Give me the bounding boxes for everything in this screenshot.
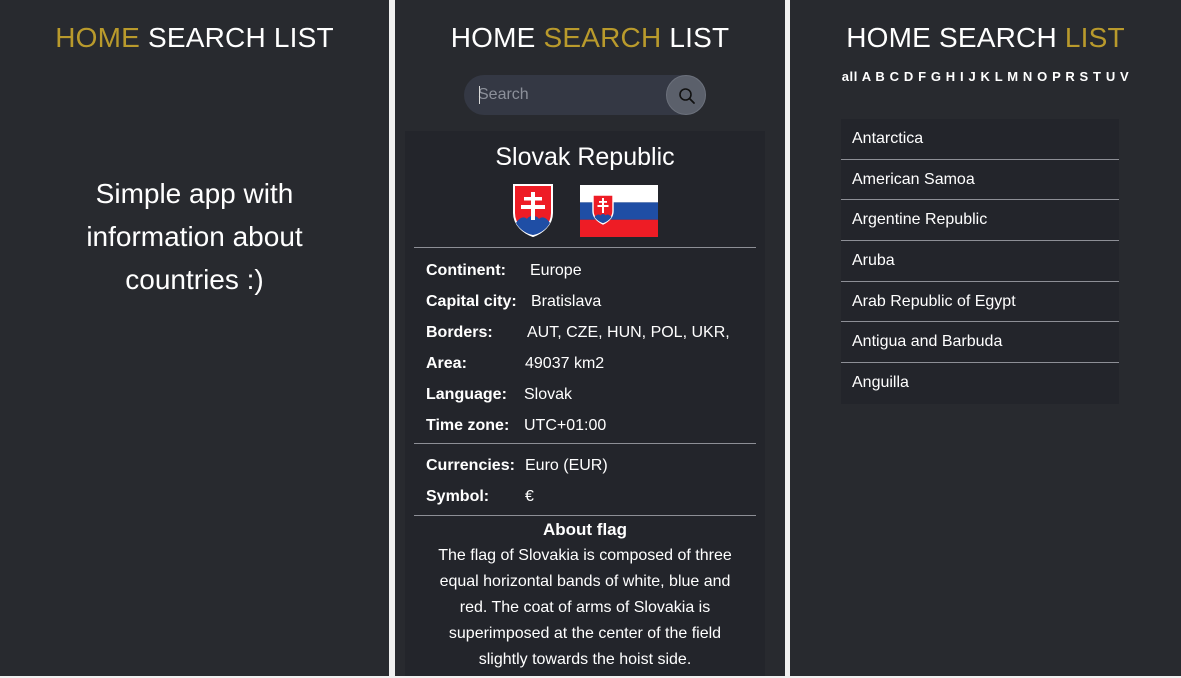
search-input[interactable]	[478, 83, 658, 107]
about-flag-text: The flag of Slovakia is composed of thre…	[438, 547, 732, 668]
detail-label: Capital city:	[426, 293, 517, 310]
letter-filter: all A B C D F G H I J K L M N O P R S T …	[790, 69, 1181, 84]
letter-filter-item[interactable]: O	[1037, 69, 1048, 84]
intro-line: information about	[86, 221, 303, 252]
detail-label: Currencies:	[426, 457, 515, 474]
nav-home[interactable]: HOME	[846, 22, 931, 53]
detail-value: Bratislava	[531, 293, 602, 310]
divider	[414, 515, 756, 516]
intro-line: countries :)	[125, 264, 264, 295]
nav-search[interactable]: SEARCH	[939, 22, 1057, 53]
letter-filter-all[interactable]: all	[842, 69, 858, 84]
letter-filter-item[interactable]: N	[1023, 69, 1033, 84]
list-item[interactable]: Argentine Republic	[841, 200, 1119, 242]
divider	[414, 247, 756, 248]
detail-symbol: Symbol: €	[426, 488, 534, 506]
detail-value: Euro (EUR)	[525, 457, 608, 474]
letter-filter-item[interactable]: K	[981, 69, 991, 84]
letter-filter-item[interactable]: P	[1052, 69, 1061, 84]
top-nav: HOME SEARCH LIST	[395, 0, 785, 54]
detail-language: Language: Slovak	[426, 386, 572, 404]
letter-filter-item[interactable]: L	[995, 69, 1003, 84]
detail-value: Europe	[530, 262, 582, 279]
detail-value: 49037 km2	[525, 355, 605, 372]
letter-filter-item[interactable]: D	[904, 69, 914, 84]
list-item[interactable]: Antarctica	[841, 119, 1119, 160]
detail-timezone: Time zone: UTC+01:00	[426, 417, 606, 435]
search-panel: HOME SEARCH LIST Slovak Republic	[395, 0, 785, 676]
search-icon	[679, 88, 695, 104]
list-item[interactable]: Anguilla	[841, 363, 1119, 404]
nav-list[interactable]: LIST	[274, 22, 334, 53]
letter-filter-item[interactable]: U	[1106, 69, 1116, 84]
intro-line: Simple app with	[95, 178, 294, 209]
list-item[interactable]: Aruba	[841, 241, 1119, 282]
detail-continent: Continent: Europe	[426, 262, 582, 280]
letter-filter-item[interactable]: R	[1065, 69, 1075, 84]
about-flag-title: About flag	[542, 520, 628, 539]
top-nav: HOME SEARCH LIST	[790, 0, 1181, 54]
detail-label: Symbol:	[426, 488, 490, 505]
detail-label: Language:	[426, 386, 507, 403]
letter-filter-item[interactable]: I	[960, 69, 964, 84]
nav-list[interactable]: LIST	[669, 22, 729, 53]
list-item[interactable]: American Samoa	[841, 159, 1119, 201]
letter-filter-item[interactable]: S	[1080, 69, 1089, 84]
detail-label: Time zone:	[426, 417, 510, 434]
list-item[interactable]: Arab Republic of Egypt	[841, 281, 1119, 323]
detail-label: Continent:	[426, 262, 506, 279]
country-card: Slovak Republic Continent: Europe Capita…	[405, 131, 765, 676]
slovak-flag-icon	[580, 185, 658, 237]
letter-filter-item[interactable]: F	[918, 69, 927, 84]
top-nav: HOME SEARCH LIST	[0, 0, 389, 54]
detail-label: Area:	[426, 355, 467, 372]
slovak-coat-of-arms-icon	[513, 184, 553, 237]
search-button[interactable]	[666, 75, 706, 115]
nav-home[interactable]: HOME	[55, 22, 140, 53]
detail-capital: Capital city: Bratislava	[426, 293, 601, 311]
letter-filter-item[interactable]: A	[862, 69, 872, 84]
letter-filter-item[interactable]: G	[931, 69, 942, 84]
nav-list[interactable]: LIST	[1065, 22, 1125, 53]
letter-filter-item[interactable]: M	[1007, 69, 1018, 84]
letter-filter-item[interactable]: T	[1093, 69, 1102, 84]
intro-text: Simple app with information about countr…	[0, 172, 389, 301]
letter-filter-item[interactable]: B	[875, 69, 885, 84]
letter-filter-item[interactable]: H	[946, 69, 956, 84]
detail-label: Borders:	[426, 324, 493, 341]
detail-borders: Borders: AUT, CZE, HUN, POL, UKR,	[426, 324, 730, 342]
letter-filter-item[interactable]: V	[1120, 69, 1129, 84]
search-bar	[464, 75, 706, 115]
detail-value: Slovak	[524, 386, 573, 403]
letter-filter-item[interactable]: J	[968, 69, 976, 84]
divider	[414, 443, 756, 444]
detail-value: €	[525, 488, 534, 505]
nav-search[interactable]: SEARCH	[543, 22, 661, 53]
detail-value: AUT, CZE, HUN, POL, UKR,	[527, 324, 730, 341]
list-item[interactable]: Antigua and Barbuda	[841, 322, 1119, 364]
detail-currencies: Currencies: Euro (EUR)	[426, 457, 608, 475]
home-panel: HOME SEARCH LIST Simple app with informa…	[0, 0, 389, 676]
letter-filter-item[interactable]: C	[890, 69, 900, 84]
nav-home[interactable]: HOME	[451, 22, 536, 53]
country-name: Slovak Republic	[495, 143, 675, 171]
country-list: Antarctica American Samoa Argentine Repu…	[841, 119, 1119, 404]
detail-area: Area: 49037 km2	[426, 355, 604, 373]
detail-value: UTC+01:00	[524, 417, 607, 434]
nav-search[interactable]: SEARCH	[148, 22, 266, 53]
text-caret	[479, 86, 480, 104]
list-panel: HOME SEARCH LIST all A B C D F G H I J K…	[790, 0, 1181, 676]
